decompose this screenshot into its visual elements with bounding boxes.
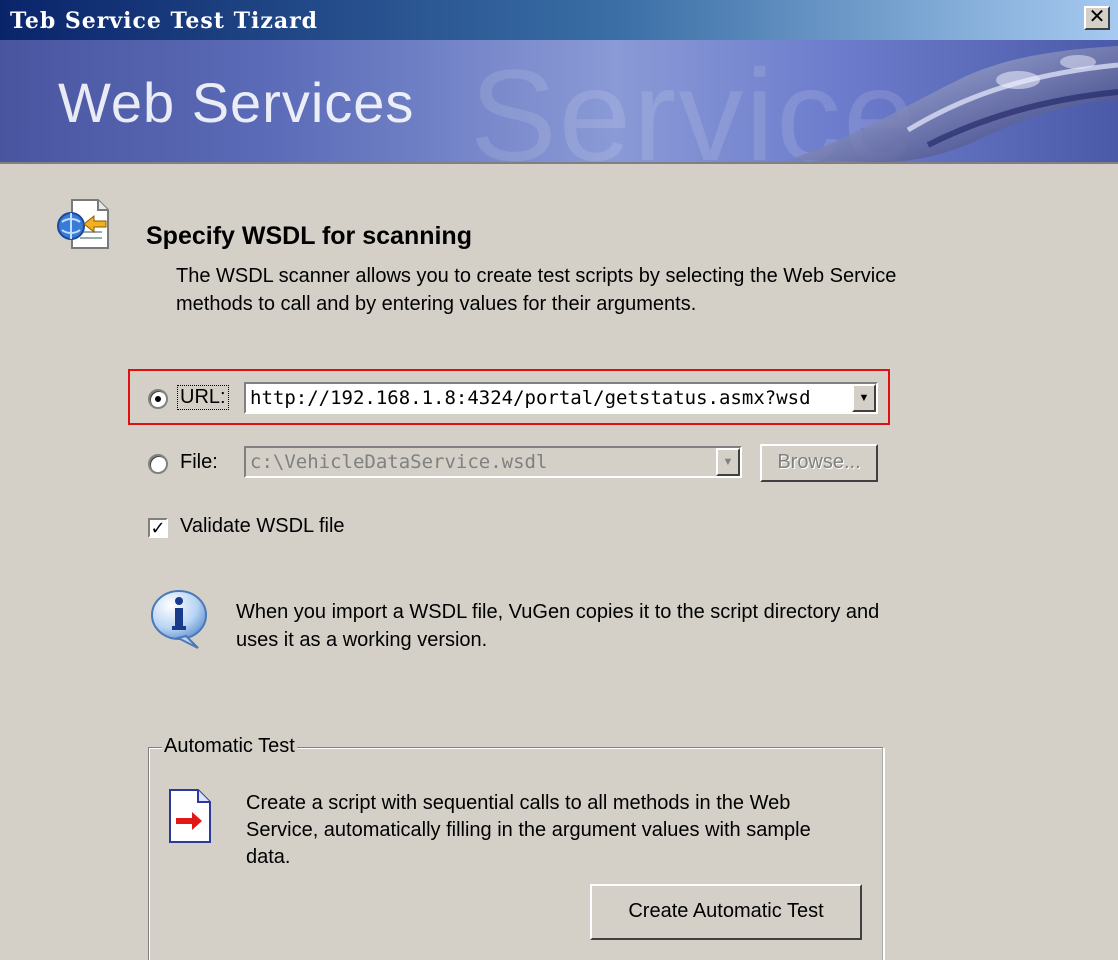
- banner-title: Web Services: [58, 71, 415, 134]
- banner: Service Web Services: [0, 40, 1118, 164]
- url-radio[interactable]: [148, 389, 168, 409]
- automatic-test-description: Create a script with sequential calls to…: [246, 792, 811, 868]
- url-combobox[interactable]: http://192.168.1.8:4324/portal/getstatus…: [244, 382, 878, 414]
- url-label[interactable]: URL:: [177, 385, 229, 410]
- file-input[interactable]: c:\VehicleDataService.wsdl: [250, 451, 710, 473]
- chevron-down-icon[interactable]: ▼: [716, 448, 740, 476]
- automatic-test-group-title: Automatic Test: [162, 735, 297, 758]
- validate-checkbox[interactable]: ✓: [148, 518, 168, 538]
- url-input[interactable]: http://192.168.1.8:4324/portal/getstatus…: [250, 387, 846, 409]
- page-description: The WSDL scanner allows you to create te…: [176, 265, 897, 315]
- page-heading: Specify WSDL for scanning: [146, 222, 472, 250]
- file-combobox[interactable]: c:\VehicleDataService.wsdl ▼: [244, 446, 742, 478]
- title-bar[interactable]: Teb Service Test Tizard ✕: [0, 0, 1118, 40]
- validate-label[interactable]: Validate WSDL file: [180, 515, 345, 538]
- browse-button[interactable]: Browse...: [760, 444, 878, 482]
- chevron-down-icon[interactable]: ▼: [852, 384, 876, 412]
- file-radio[interactable]: [148, 454, 168, 474]
- close-icon: ✕: [1088, 6, 1106, 28]
- close-button[interactable]: ✕: [1084, 6, 1110, 30]
- create-automatic-test-button[interactable]: Create Automatic Test: [590, 884, 862, 940]
- wsdl-import-icon: [57, 199, 109, 249]
- window-title: Teb Service Test Tizard: [10, 8, 319, 34]
- wizard-window: Teb Service Test Tizard ✕ Service Web Se…: [0, 0, 1118, 960]
- info-text: When you import a WSDL file, VuGen copie…: [236, 601, 880, 651]
- file-label[interactable]: File:: [180, 451, 218, 474]
- document-arrow-icon: [169, 789, 211, 843]
- banner-cable-graphic: [788, 46, 1118, 162]
- info-icon: [151, 590, 207, 649]
